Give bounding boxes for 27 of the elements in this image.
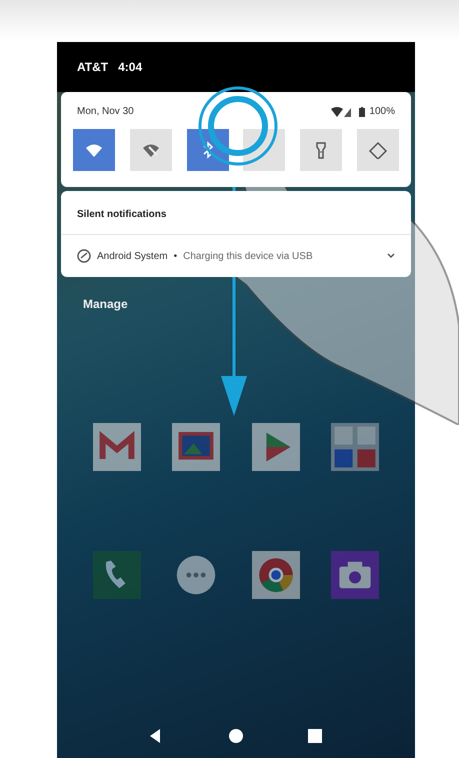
touch-ripple-icon bbox=[196, 84, 280, 168]
mail-app-icon[interactable] bbox=[92, 423, 141, 471]
battery-icon bbox=[359, 106, 366, 116]
app-name: Android System bbox=[97, 250, 168, 262]
home-icon[interactable] bbox=[226, 727, 245, 745]
notification-section-title: Silent notifications bbox=[61, 191, 411, 235]
notification-row[interactable]: Android System • Charging this device via USB bbox=[61, 235, 411, 277]
round-logo-icon[interactable] bbox=[252, 551, 300, 599]
gallery-app-icon[interactable] bbox=[172, 423, 220, 471]
camera-app-icon[interactable] bbox=[331, 551, 380, 599]
app-folder-icon[interactable] bbox=[331, 423, 380, 471]
quick-tile[interactable] bbox=[130, 129, 172, 171]
rotate-icon bbox=[368, 141, 388, 159]
separator-dot: • bbox=[174, 250, 178, 262]
phone-app-icon[interactable] bbox=[92, 551, 141, 599]
clock-time: 4:04 bbox=[118, 60, 142, 74]
battery-percent: 100% bbox=[369, 106, 395, 117]
carrier-name: AT&T bbox=[77, 60, 108, 74]
recents-icon[interactable] bbox=[306, 727, 324, 745]
quick-tile[interactable] bbox=[300, 129, 342, 171]
quick-tile[interactable] bbox=[73, 129, 115, 171]
expand-chevron-icon[interactable] bbox=[387, 253, 395, 259]
notification-message: Charging this device via USB bbox=[183, 250, 313, 262]
quick-tile[interactable] bbox=[356, 129, 399, 171]
manage-link[interactable]: Manage bbox=[83, 297, 128, 311]
android-system-icon bbox=[77, 249, 91, 263]
date-text: Mon, Nov 30 bbox=[77, 106, 134, 117]
